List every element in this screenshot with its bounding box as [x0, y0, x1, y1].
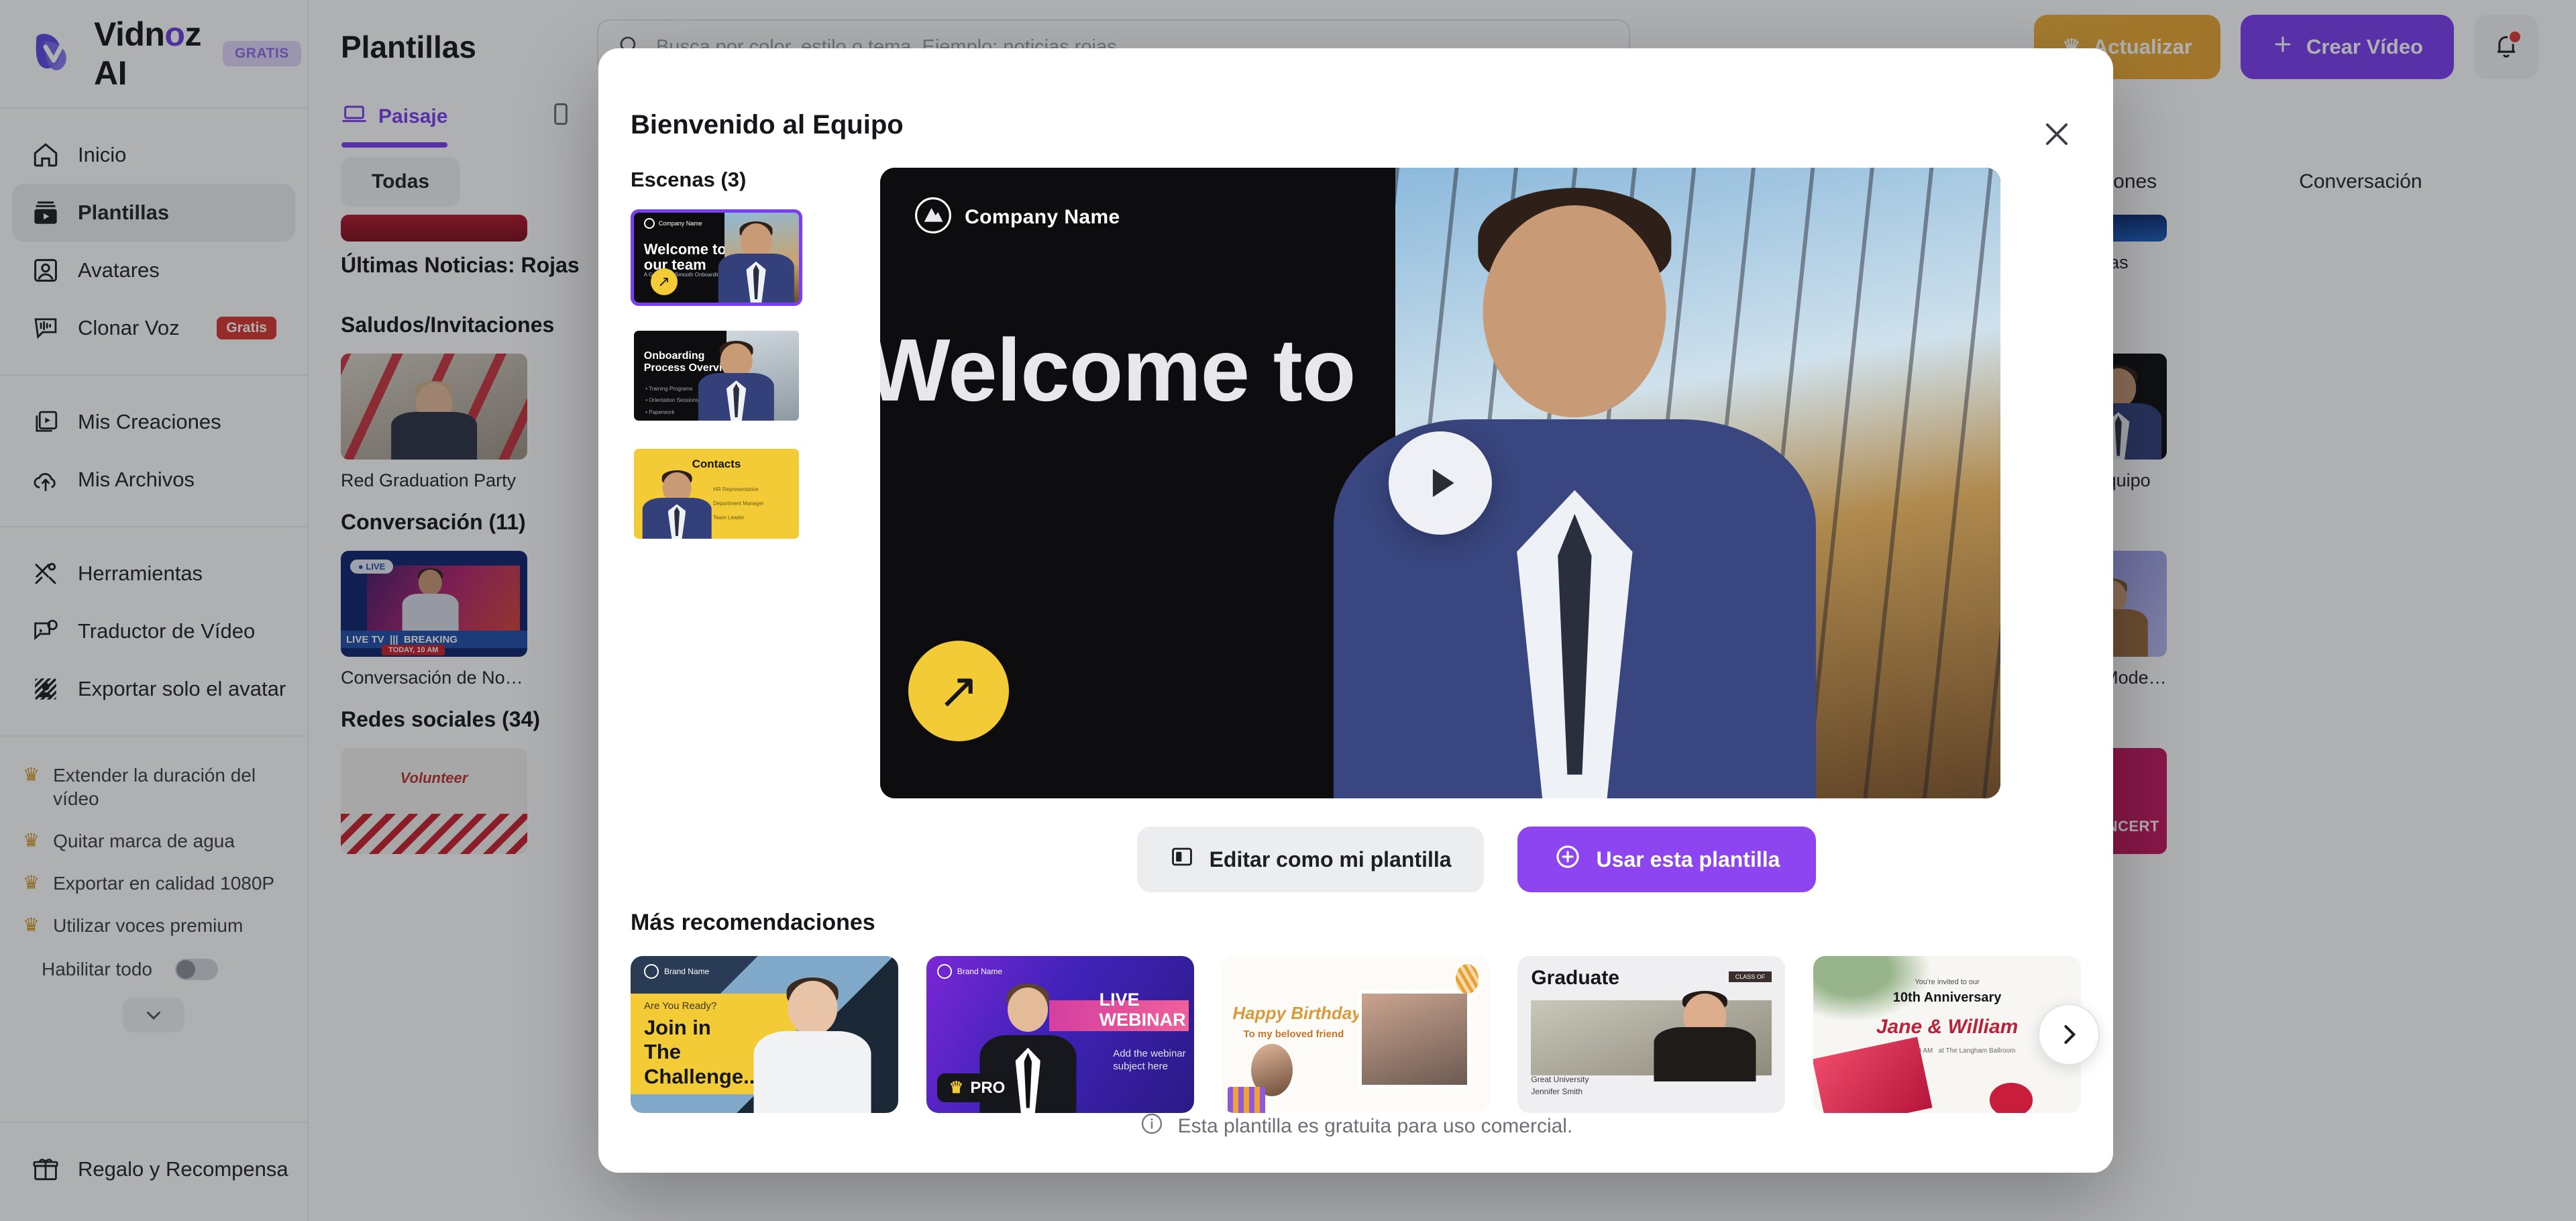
plus-circle-icon: [1554, 843, 1582, 876]
recommendation-card-3[interactable]: Happy Birthday To my beloved friend: [1222, 956, 1490, 1113]
pro-badge: ♛ PRO: [936, 1073, 1018, 1102]
recommendations-row: Are You Ready? Join in The Challenge... Br…: [631, 956, 2100, 1113]
modal-footer: Esta plantilla es gratuita para uso come…: [598, 1111, 2113, 1142]
template-preview-modal: Bienvenido al Equipo Escenas (3) Company…: [598, 48, 2113, 1173]
scene-arrow-badge: ↗: [908, 641, 1009, 742]
recommendations-title: Más recomendaciones: [631, 910, 875, 935]
recommendation-card-4[interactable]: Graduate CLASS OF Great University Jennif…: [1517, 956, 1786, 1113]
scene-thumbnail-1[interactable]: Company Name Welcome to our team A Guide …: [631, 209, 802, 306]
edit-template-icon: [1169, 844, 1195, 875]
chevron-right-icon[interactable]: [2038, 1004, 2100, 1065]
scene-thumbnail-3[interactable]: Contacts HR Representative Department Man…: [631, 445, 802, 542]
use-template-label: Usar esta plantilla: [1596, 847, 1780, 871]
player-column: Company Name Welcome to ↗ Editar como mi…: [880, 168, 2113, 892]
edit-template-button[interactable]: Editar como mi plantilla: [1136, 827, 1484, 892]
edit-template-label: Editar como mi plantilla: [1209, 847, 1452, 871]
recommendation-card-1[interactable]: Are You Ready? Join in The Challenge... Br…: [631, 956, 898, 1113]
crown-icon: ♛: [949, 1079, 964, 1097]
scenes-label: Escenas (3): [631, 168, 747, 191]
use-template-button[interactable]: Usar esta plantilla: [1517, 827, 1817, 892]
recommendations-section: Más recomendaciones Are You Ready? Join …: [631, 910, 2100, 1113]
close-icon[interactable]: [2038, 115, 2076, 153]
scene-list: Escenas (3) Company Name Welcome to our t…: [598, 168, 880, 892]
company-logo-icon: [914, 196, 953, 238]
player-headline: Welcome to: [880, 320, 1356, 419]
video-player[interactable]: Company Name Welcome to ↗: [880, 168, 2000, 798]
company-label: Company Name: [965, 205, 1120, 228]
modal-title: Bienvenido al Equipo: [631, 110, 904, 140]
modal-body: Escenas (3) Company Name Welcome to our t…: [598, 168, 2113, 892]
player-actions: Editar como mi plantilla Usar esta plant…: [880, 827, 2073, 892]
info-icon: [1139, 1111, 1165, 1142]
scene-thumbnail-2[interactable]: Onboarding Process Overview • Training Pr…: [631, 327, 802, 424]
recommendation-card-2[interactable]: LIVE WEBINAR Add the webinar subject here …: [926, 956, 1194, 1113]
play-icon[interactable]: [1389, 431, 1492, 535]
footer-note: Esta plantilla es gratuita para uso come…: [1177, 1115, 1573, 1137]
